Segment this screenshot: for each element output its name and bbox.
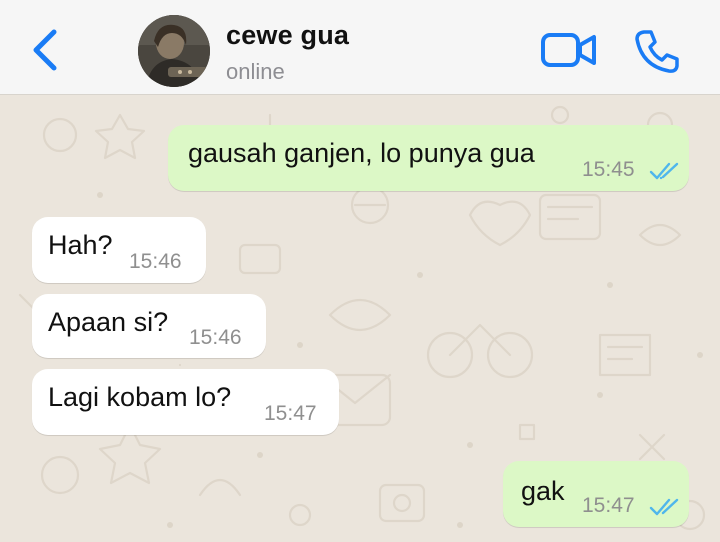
message-time: 15:47 xyxy=(582,494,635,517)
double-check-read-icon xyxy=(649,498,679,516)
incoming-message[interactable]: Apaan si? 15:46 xyxy=(32,294,266,358)
message-text: Lagi kobam lo? xyxy=(48,382,232,412)
message-time: 15:45 xyxy=(582,158,635,181)
contact-status: online xyxy=(226,59,285,84)
video-camera-icon[interactable] xyxy=(540,30,598,70)
message-text: Hah? xyxy=(48,230,113,260)
message-time: 15:47 xyxy=(264,402,317,425)
incoming-message[interactable]: Lagi kobam lo? 15:47 xyxy=(32,369,339,435)
outgoing-message[interactable]: gak 15:47 xyxy=(503,461,689,527)
chevron-left-icon[interactable] xyxy=(28,28,64,72)
chat-header: cewe gua online xyxy=(0,0,720,95)
contact-name[interactable]: cewe gua xyxy=(226,20,349,51)
double-check-read-icon xyxy=(649,162,679,180)
chat-area: gausah ganjen, lo punya gua 15:45 Hah? 1… xyxy=(0,95,720,542)
message-text: gausah ganjen, lo punya gua xyxy=(188,138,535,168)
incoming-message[interactable]: Hah? 15:46 xyxy=(32,217,206,283)
message-text: gak xyxy=(521,476,565,506)
avatar[interactable] xyxy=(138,15,210,87)
message-text: Apaan si? xyxy=(48,307,169,337)
outgoing-message[interactable]: gausah ganjen, lo punya gua 15:45 xyxy=(168,125,689,191)
phone-icon[interactable] xyxy=(634,28,680,74)
message-time: 15:46 xyxy=(189,326,242,349)
message-time: 15:46 xyxy=(129,250,182,273)
